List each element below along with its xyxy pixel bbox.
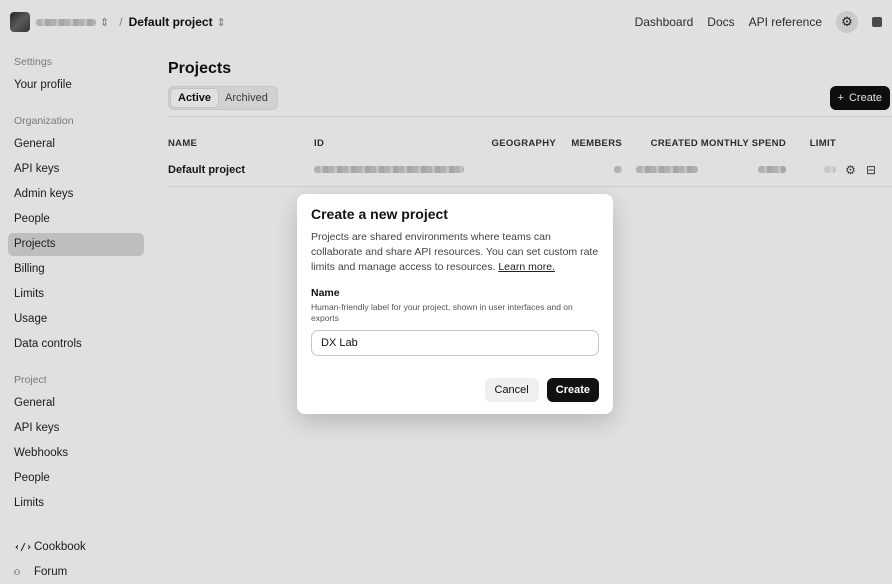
dialog-actions: Cancel Create [484,378,599,402]
cancel-button[interactable]: Cancel [484,378,539,402]
dialog-description: Projects are shared environments where t… [311,230,599,275]
name-field-label: Name [311,287,340,299]
dialog-title: Create a new project [311,206,448,222]
dialog-description-text: Projects are shared environments where t… [311,231,599,273]
create-button[interactable]: Create [546,378,599,402]
name-field-help: Human-friendly label for your project, s… [311,302,573,323]
learn-more-link[interactable]: Learn more. [498,261,555,273]
create-project-dialog: Create a new project Projects are shared… [297,194,613,414]
page: ⇕ / Default project ⇕ Dashboard Docs API… [0,0,892,584]
project-name-input[interactable] [311,330,599,356]
